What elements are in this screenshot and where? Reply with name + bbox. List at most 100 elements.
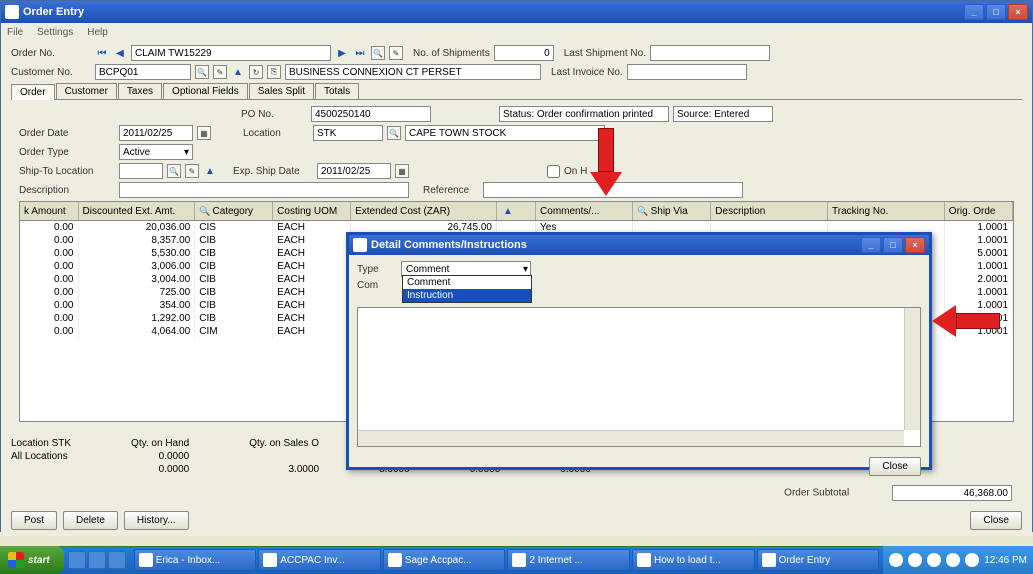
- window-title: Order Entry: [23, 6, 964, 18]
- post-button[interactable]: Post: [11, 511, 57, 530]
- option-instruction[interactable]: Instruction: [403, 289, 531, 302]
- calendar-icon[interactable]: ▦: [197, 126, 211, 140]
- option-comment[interactable]: Comment: [403, 276, 531, 289]
- taskbar-item[interactable]: Sage Accpac...: [383, 549, 506, 571]
- calendar-icon[interactable]: ▦: [395, 164, 409, 178]
- type-dropdown-list[interactable]: Comment Instruction: [402, 275, 532, 303]
- menu-settings[interactable]: Settings: [37, 27, 73, 38]
- menu-help[interactable]: Help: [87, 27, 108, 38]
- order-date-label: Order Date: [19, 128, 115, 139]
- ql-app-icon[interactable]: [108, 551, 126, 569]
- description-label: Description: [19, 185, 115, 196]
- system-tray[interactable]: 12:46 PM: [883, 546, 1033, 574]
- col-extended-cost[interactable]: Extended Cost (ZAR): [351, 202, 497, 220]
- on-hold-checkbox[interactable]: [547, 165, 560, 178]
- qty-on-sales-label: Qty. on Sales O: [249, 438, 319, 449]
- vertical-scrollbar[interactable]: [904, 308, 920, 430]
- col-costing-uom[interactable]: Costing UOM: [273, 202, 351, 220]
- horizontal-scrollbar[interactable]: [358, 430, 904, 446]
- order-date-field[interactable]: 2011/02/25: [119, 125, 193, 141]
- taskbar-item[interactable]: ACCPAC Inv...: [258, 549, 381, 571]
- col-amount[interactable]: k Amount: [20, 202, 79, 220]
- col-comments[interactable]: Comments/...: [536, 202, 633, 220]
- taskbar-item[interactable]: Erica - Inbox...: [134, 549, 257, 571]
- qty-sales-value: 3.0000: [249, 464, 319, 475]
- last-record-icon[interactable]: ⏭: [353, 46, 367, 60]
- order-type-select[interactable]: Active▾: [119, 144, 193, 160]
- up-icon[interactable]: ▲: [231, 65, 245, 79]
- location-label: Location: [243, 128, 309, 139]
- ql-ie-icon[interactable]: [68, 551, 86, 569]
- next-record-icon[interactable]: ▶: [335, 46, 349, 60]
- qty-on-hand-label: Qty. on Hand: [131, 438, 189, 449]
- reference-label: Reference: [423, 185, 479, 196]
- qty-hand-value: 0.0000: [131, 451, 189, 462]
- clock[interactable]: 12:46 PM: [984, 555, 1027, 566]
- customer-no-label: Customer No.: [11, 67, 91, 78]
- description-field[interactable]: [119, 182, 409, 198]
- taskbar-item[interactable]: 2 Internet ...: [507, 549, 630, 571]
- tray-icon[interactable]: [927, 553, 941, 567]
- search-icon[interactable]: 🔍: [371, 46, 385, 60]
- ql-desktop-icon[interactable]: [88, 551, 106, 569]
- close-button[interactable]: ×: [1008, 4, 1028, 20]
- col-description[interactable]: Description: [711, 202, 828, 220]
- order-no-field[interactable]: CLAIM TW15229: [131, 45, 331, 61]
- tray-icon[interactable]: [965, 553, 979, 567]
- tab-totals[interactable]: Totals: [315, 83, 359, 99]
- dialog-title: Detail Comments/Instructions: [371, 239, 861, 251]
- minimize-button[interactable]: _: [964, 4, 984, 20]
- history-button[interactable]: History...: [124, 511, 189, 530]
- shipto-field[interactable]: [119, 163, 163, 179]
- col-ship-via[interactable]: 🔍Ship Via: [633, 202, 711, 220]
- dialog-close-btn[interactable]: Close: [869, 457, 921, 476]
- location-field[interactable]: STK: [313, 125, 383, 141]
- search-icon[interactable]: 🔍: [387, 126, 401, 140]
- tray-icon[interactable]: [889, 553, 903, 567]
- po-no-label: PO No.: [241, 109, 307, 120]
- all-locations-label: All Locations: [11, 451, 71, 462]
- up-icon[interactable]: ▲: [203, 164, 217, 178]
- close-main-button[interactable]: Close: [970, 511, 1022, 530]
- new-icon[interactable]: ✎: [389, 46, 403, 60]
- maximize-button[interactable]: □: [986, 4, 1006, 20]
- order-subtotal-value: 46,368.00: [892, 485, 1012, 501]
- location-name-field: CAPE TOWN STOCK: [405, 125, 605, 141]
- taskbar-item[interactable]: Order Entry: [757, 549, 880, 571]
- main-titlebar[interactable]: Order Entry _ □ ×: [1, 1, 1032, 23]
- taskbar-item[interactable]: How to load t...: [632, 549, 755, 571]
- dialog-titlebar[interactable]: Detail Comments/Instructions _ □ ×: [349, 235, 929, 255]
- info-icon[interactable]: ✎: [213, 65, 227, 79]
- dialog-maximize-button[interactable]: □: [883, 237, 903, 253]
- comments-textarea[interactable]: [357, 307, 921, 447]
- prev-record-icon[interactable]: ◀: [113, 46, 127, 60]
- col-category[interactable]: 🔍Category: [195, 202, 273, 220]
- tab-sales-split[interactable]: Sales Split: [249, 83, 314, 99]
- dialog-close-button[interactable]: ×: [905, 237, 925, 253]
- tray-icon[interactable]: [908, 553, 922, 567]
- col-zoom[interactable]: ▲: [497, 202, 536, 220]
- tray-icon[interactable]: [946, 553, 960, 567]
- po-no-field[interactable]: 4500250140: [311, 106, 431, 122]
- search-icon[interactable]: 🔍: [195, 65, 209, 79]
- edit-icon[interactable]: ✎: [185, 164, 199, 178]
- refresh-icon[interactable]: ↻: [249, 65, 263, 79]
- menu-file[interactable]: File: [7, 27, 23, 38]
- customer-no-field[interactable]: BCPQ01: [95, 64, 191, 80]
- dialog-minimize-button[interactable]: _: [861, 237, 881, 253]
- exp-ship-field[interactable]: 2011/02/25: [317, 163, 391, 179]
- tab-optional-fields[interactable]: Optional Fields: [163, 83, 248, 99]
- col-disc-ext[interactable]: Discounted Ext. Amt.: [79, 202, 196, 220]
- com-label: Com: [357, 280, 397, 291]
- col-tracking[interactable]: Tracking No.: [828, 202, 945, 220]
- tab-customer[interactable]: Customer: [56, 83, 117, 99]
- search-icon[interactable]: 🔍: [167, 164, 181, 178]
- tab-taxes[interactable]: Taxes: [118, 83, 162, 99]
- delete-button[interactable]: Delete: [63, 511, 118, 530]
- source-field: Source: Entered: [673, 106, 773, 122]
- start-button[interactable]: start: [0, 546, 64, 574]
- link-icon[interactable]: ⎘: [267, 65, 281, 79]
- col-orig-order[interactable]: Orig. Orde: [945, 202, 1013, 220]
- first-record-icon[interactable]: ⏮: [95, 46, 109, 60]
- tab-order[interactable]: Order: [11, 84, 55, 100]
